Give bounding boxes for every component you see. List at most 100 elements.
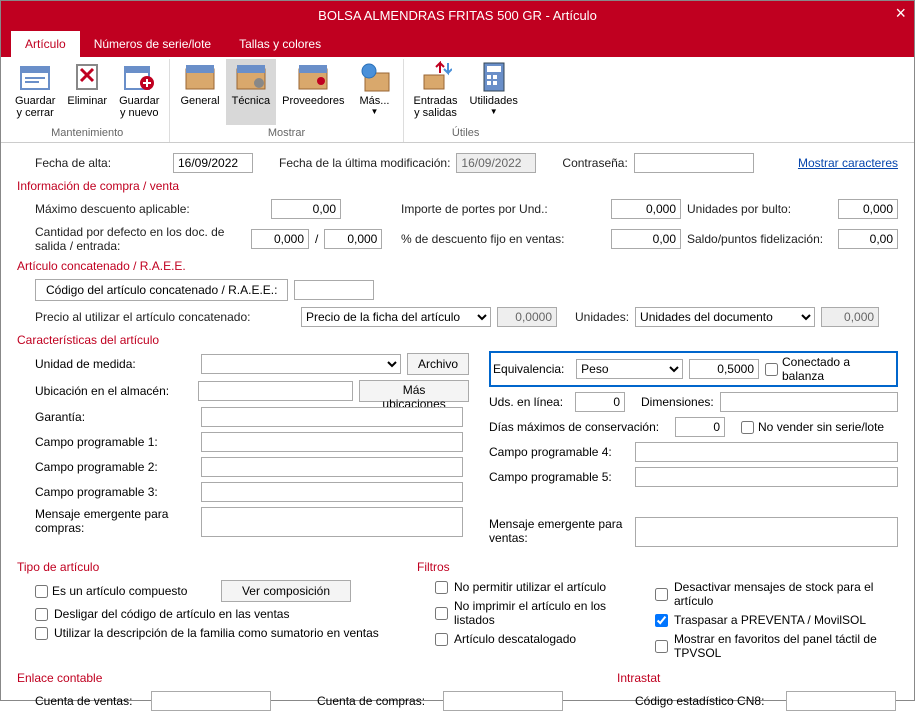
calculator-icon <box>478 61 510 93</box>
campo5-input[interactable] <box>635 467 898 487</box>
section-tipo: Tipo de artículo <box>17 560 407 574</box>
campo4-input[interactable] <box>635 442 898 462</box>
tab-articulo[interactable]: Artículo <box>11 31 80 57</box>
traspasar-label: Traspasar a PREVENTA / MovilSOL <box>674 613 866 627</box>
ribbon: Guardar y cerrar Eliminar Guardar y nuev… <box>1 57 914 143</box>
codigo-concatenado-input[interactable] <box>294 280 374 300</box>
compuesto-checkbox[interactable] <box>35 585 48 598</box>
mostrar-caracteres-link[interactable]: Mostrar caracteres <box>798 156 898 170</box>
close-icon[interactable]: × <box>895 3 906 24</box>
msg-ventas-label: Mensaje emergente para ventas: <box>489 517 629 545</box>
section-compra-venta: Información de compra / venta <box>17 179 898 193</box>
uds-linea-input[interactable] <box>575 392 625 412</box>
conectado-label: Conectado a balanza <box>782 355 894 383</box>
window-title: BOLSA ALMENDRAS FRITAS 500 GR - Artículo <box>318 8 597 23</box>
cant-defecto-label: Cantidad por defecto en los doc. de sali… <box>35 225 245 253</box>
no-imprimir-checkbox[interactable] <box>435 607 448 620</box>
utilizar-desc-checkbox[interactable] <box>35 627 48 640</box>
conectado-balanza-checkbox[interactable] <box>765 363 778 376</box>
utilizar-desc-label: Utilizar la descripción de la familia co… <box>54 626 379 640</box>
general-button[interactable]: General <box>174 59 225 125</box>
tecnica-button[interactable]: Técnica <box>226 59 277 125</box>
pct-desc-label: % de descuento fijo en ventas: <box>401 232 605 246</box>
section-enlace: Enlace contable <box>17 671 607 685</box>
delete-button[interactable]: Eliminar <box>61 59 113 125</box>
uds-bulto-input[interactable] <box>838 199 898 219</box>
no-vender-label: No vender sin serie/lote <box>758 420 884 434</box>
uds-linea-label: Uds. en línea: <box>489 395 569 409</box>
campo5-label: Campo programable 5: <box>489 470 629 484</box>
contrasena-input[interactable] <box>634 153 754 173</box>
section-filtros: Filtros <box>417 560 898 574</box>
cta-ventas-input[interactable] <box>151 691 271 711</box>
tab-series[interactable]: Números de serie/lote <box>80 31 225 57</box>
max-desc-label: Máximo descuento aplicable: <box>35 202 265 216</box>
precio-concat-select[interactable]: Precio de la ficha del artículo <box>301 307 491 327</box>
utilidades-button[interactable]: Utilidades ▼ <box>464 59 524 125</box>
msg-compras-input[interactable] <box>201 507 463 537</box>
max-desc-input[interactable] <box>271 199 341 219</box>
unidades-concat-select[interactable]: Unidades del documento <box>635 307 815 327</box>
traspasar-checkbox[interactable] <box>655 614 668 627</box>
campo1-input[interactable] <box>201 432 463 452</box>
mas-ubicaciones-button[interactable]: Más ubicaciones <box>359 380 469 402</box>
ubicacion-input[interactable] <box>198 381 353 401</box>
desactivar-stock-label: Desactivar mensajes de stock para el art… <box>674 580 898 608</box>
saldo-input[interactable] <box>838 229 898 249</box>
campo2-input[interactable] <box>201 457 463 477</box>
equivalencia-select[interactable]: Peso <box>576 359 683 379</box>
ribbon-group-utiles: Entradas y salidas Utilidades ▼ Útiles <box>404 59 528 142</box>
descatalogado-checkbox[interactable] <box>435 633 448 646</box>
desactivar-stock-checkbox[interactable] <box>655 588 668 601</box>
entradas-button[interactable]: Entradas y salidas <box>408 59 464 125</box>
campo2-label: Campo programable 2: <box>35 460 195 474</box>
contrasena-label: Contraseña: <box>562 156 627 170</box>
desligar-label: Desligar del código de artículo en las v… <box>54 607 289 621</box>
section-concatenado: Artículo concatenado / R.A.E.E. <box>17 259 898 273</box>
save-close-button[interactable]: Guardar y cerrar <box>9 59 61 125</box>
save-new-icon <box>123 61 155 93</box>
fecha-alta-label: Fecha de alta: <box>17 156 167 170</box>
ubicacion-label: Ubicación en el almacén: <box>35 384 192 398</box>
content: Fecha de alta: Fecha de la última modifi… <box>1 143 914 726</box>
tab-tallas[interactable]: Tallas y colores <box>225 31 335 57</box>
box-globe-icon <box>359 61 391 93</box>
cant-salida-input[interactable] <box>251 229 309 249</box>
unidad-medida-select[interactable] <box>201 354 401 374</box>
desligar-checkbox[interactable] <box>35 608 48 621</box>
favoritos-checkbox[interactable] <box>655 640 668 653</box>
titlebar: BOLSA ALMENDRAS FRITAS 500 GR - Artículo… <box>1 1 914 29</box>
no-permitir-label: No permitir utilizar el artículo <box>454 580 606 594</box>
cta-compras-label: Cuenta de compras: <box>317 694 437 708</box>
ribbon-group-mostrar: General Técnica Proveedores Más... ▼ Mos… <box>170 59 403 142</box>
campo3-input[interactable] <box>201 482 463 502</box>
mas-button[interactable]: Más... ▼ <box>351 59 399 125</box>
save-new-button[interactable]: Guardar y nuevo <box>113 59 165 125</box>
section-caracteristicas: Características del artículo <box>17 333 898 347</box>
cant-entrada-input[interactable] <box>324 229 382 249</box>
save-icon <box>19 61 51 93</box>
ver-composicion-button[interactable]: Ver composición <box>221 580 351 602</box>
dimensiones-input[interactable] <box>720 392 898 412</box>
tab-bar: Artículo Números de serie/lote Tallas y … <box>1 29 914 57</box>
garantia-input[interactable] <box>201 407 463 427</box>
arrows-icon <box>420 61 452 93</box>
no-vender-checkbox[interactable] <box>741 421 754 434</box>
cta-compras-input[interactable] <box>443 691 563 711</box>
descatalogado-label: Artículo descatalogado <box>454 632 576 646</box>
no-permitir-checkbox[interactable] <box>435 581 448 594</box>
ribbon-group-mantenimiento: Guardar y cerrar Eliminar Guardar y nuev… <box>5 59 170 142</box>
msg-compras-label: Mensaje emergente para compras: <box>35 507 195 535</box>
archivo-button[interactable]: Archivo <box>407 353 469 375</box>
fecha-alta-input[interactable] <box>173 153 253 173</box>
campo1-label: Campo programable 1: <box>35 435 195 449</box>
delete-icon <box>71 61 103 93</box>
equivalencia-val-input[interactable] <box>689 359 759 379</box>
precio-concat-val <box>497 307 557 327</box>
importe-portes-input[interactable] <box>611 199 681 219</box>
cn8-input[interactable] <box>786 691 896 711</box>
msg-ventas-input[interactable] <box>635 517 898 547</box>
pct-desc-input[interactable] <box>611 229 681 249</box>
dias-max-input[interactable] <box>675 417 725 437</box>
proveedores-button[interactable]: Proveedores <box>276 59 350 125</box>
